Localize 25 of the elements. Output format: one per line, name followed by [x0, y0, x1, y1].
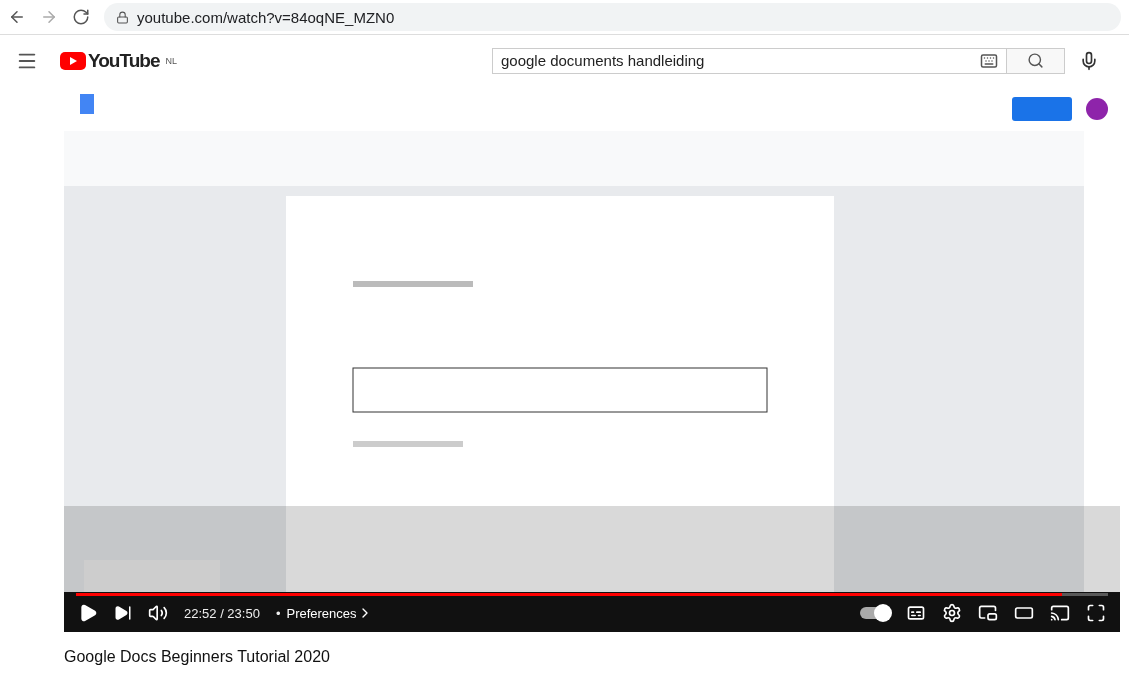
play-logo-icon[interactable]: [60, 51, 86, 70]
lock-icon: [116, 10, 129, 24]
search-icon: [1026, 52, 1044, 69]
back-icon[interactable]: [8, 8, 26, 26]
region-label: NL: [165, 55, 177, 66]
search-button[interactable]: [1006, 47, 1065, 74]
captions-icon[interactable]: [906, 603, 926, 623]
play-icon[interactable]: [78, 603, 98, 623]
chapter-button[interactable]: Preferences: [286, 605, 373, 621]
autoplay-toggle[interactable]: [860, 607, 890, 619]
cast-icon[interactable]: [1050, 603, 1070, 623]
time-display: 22:52 / 23:50: [184, 605, 260, 621]
video-player[interactable]: 22:52 / 23:50 • Preferences: [64, 86, 1120, 632]
video-title: Google Docs Beginners Tutorial 2020: [64, 648, 331, 666]
fullscreen-icon[interactable]: [1086, 603, 1106, 623]
settings-icon[interactable]: [942, 603, 962, 623]
next-icon[interactable]: [114, 604, 132, 622]
miniplayer-icon[interactable]: [978, 603, 998, 623]
logo-text[interactable]: YouTube: [88, 49, 160, 72]
address-bar[interactable]: youtube.com/watch?v=84oqNE_MZN0: [104, 3, 1121, 31]
keyboard-icon[interactable]: [979, 51, 998, 70]
search-field[interactable]: google documents handleiding: [491, 47, 1007, 74]
volume-icon[interactable]: [148, 603, 168, 623]
separator-dot: •: [275, 605, 281, 621]
reload-icon[interactable]: [72, 8, 90, 26]
